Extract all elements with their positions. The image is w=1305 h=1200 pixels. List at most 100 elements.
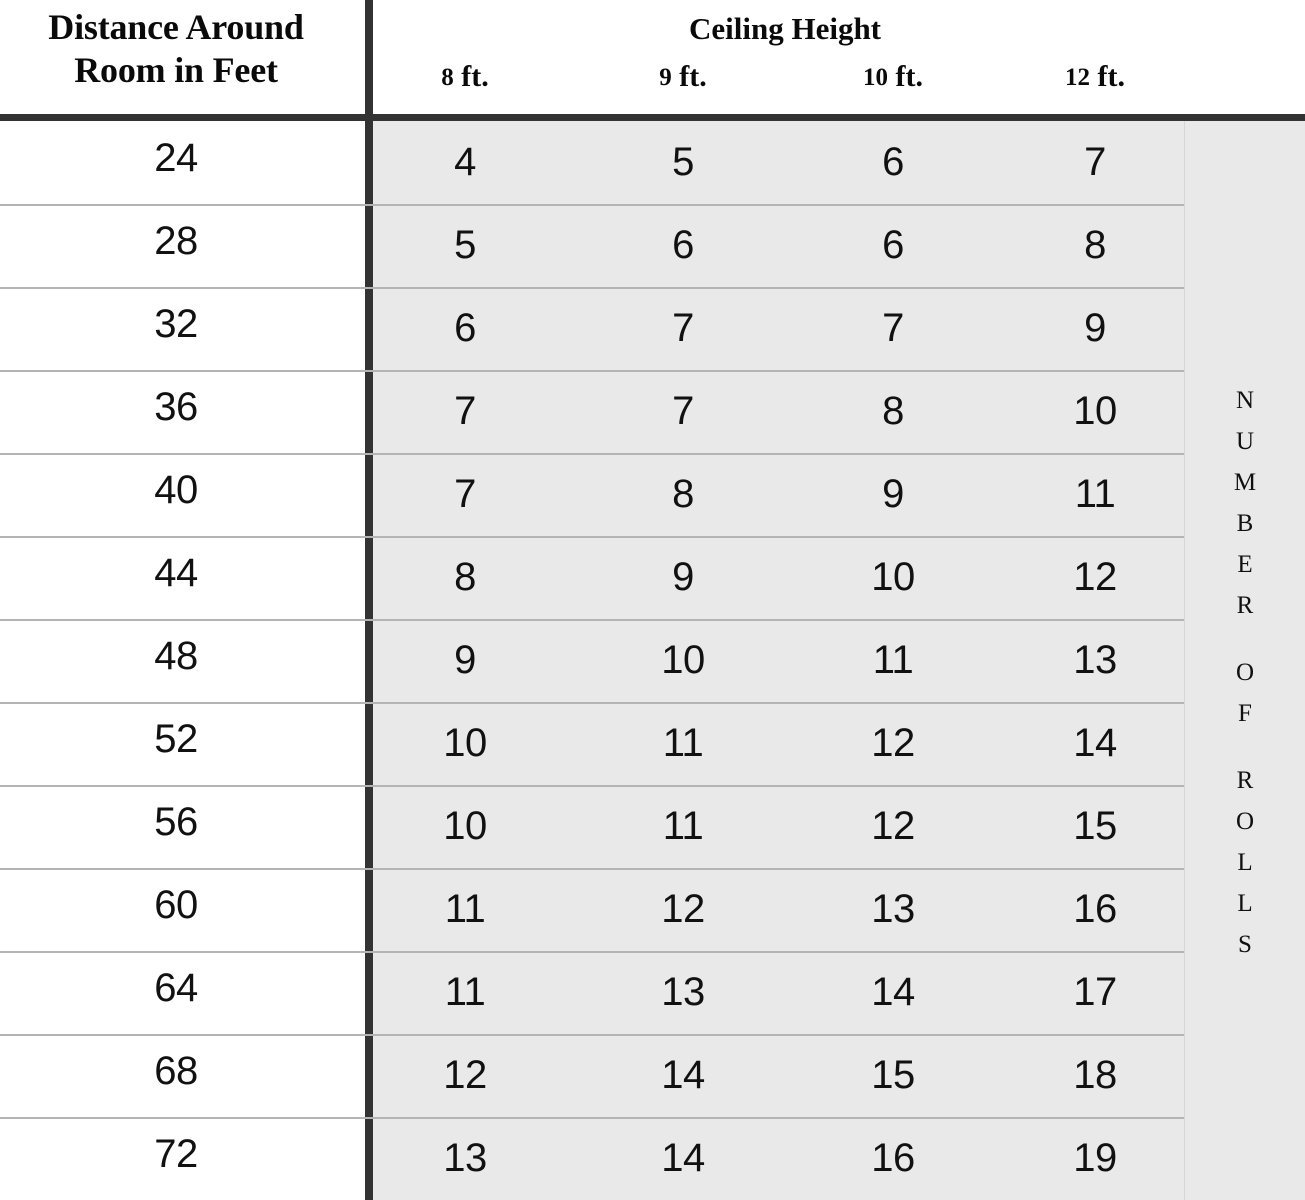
column-header-8ft-unit: ft.: [453, 60, 489, 93]
data-cell: 11: [872, 638, 914, 682]
data-cell: 18: [1073, 1053, 1117, 1097]
data-cell: 11: [444, 887, 486, 931]
data-cell: 16: [1073, 887, 1117, 931]
row-header-cell: 56: [154, 800, 198, 844]
side-label-char: R: [1236, 592, 1254, 619]
row-header-title-line2: Room in Feet: [74, 50, 278, 90]
table-row: 64 11 13 14 17: [0, 951, 1305, 1034]
side-label-char: F: [1238, 700, 1252, 727]
data-cell: 14: [871, 970, 915, 1014]
side-label-char: O: [1235, 659, 1255, 686]
data-cell: 6: [882, 140, 904, 184]
side-label-char: S: [1238, 931, 1252, 958]
data-cell: 10: [443, 804, 487, 848]
column-group-title: Ceiling Height: [688, 11, 882, 46]
row-header-cell: 60: [154, 883, 198, 927]
side-label-char: O: [1235, 808, 1255, 835]
data-cell: 12: [443, 1053, 487, 1097]
side-label-char: L: [1237, 890, 1253, 917]
side-label-char: L: [1237, 849, 1253, 876]
data-cell: 8: [882, 389, 904, 433]
data-cell: 9: [882, 472, 904, 516]
table-row: 56 10 11 12 15: [0, 785, 1305, 868]
wallpaper-rolls-table: Distance Around Room in Feet Ceiling Hei…: [0, 0, 1305, 1200]
side-label-char: N: [1235, 387, 1255, 414]
side-label-char: M: [1233, 469, 1257, 496]
data-cell: 6: [454, 306, 476, 350]
data-cell: 14: [1073, 721, 1117, 765]
table-row: 24 4 5 6 7: [0, 121, 1305, 204]
data-cell: 8: [672, 472, 694, 516]
row-header-cell: 52: [154, 717, 198, 761]
data-cell: 6: [672, 223, 694, 267]
side-label-char: R: [1236, 767, 1254, 794]
table-body: 24 4 5 6 7 28 5 6 6 8 32 6 7 7 9 36 7 7 8 10 40 7 8 9 11 44 8 9 10 12…: [0, 121, 1305, 1200]
data-cell: 5: [454, 223, 476, 267]
row-header-cell: 24: [154, 136, 198, 180]
data-cell: 8: [1084, 223, 1106, 267]
row-header-cell: 40: [154, 468, 198, 512]
column-header-12ft: 12 ft.: [1020, 60, 1170, 95]
data-cell: 10: [1073, 389, 1117, 433]
table-row: 44 8 9 10 12: [0, 536, 1305, 619]
row-header-cell: 36: [154, 385, 198, 429]
data-cell: 12: [871, 804, 915, 848]
side-label-char: E: [1237, 551, 1253, 578]
row-header-title: Distance Around Room in Feet: [0, 6, 352, 92]
side-label-word: OF: [1190, 652, 1300, 734]
data-cell: 17: [1073, 970, 1117, 1014]
row-header-cell: 48: [154, 634, 198, 678]
row-header-cell: 44: [154, 551, 198, 595]
row-header-cell: 64: [154, 966, 198, 1010]
row-header-cell: 72: [154, 1132, 198, 1176]
data-cell: 13: [661, 970, 705, 1014]
column-header-12ft-unit: ft.: [1090, 60, 1125, 93]
header-bottom-rule: [0, 114, 1305, 121]
data-cell: 9: [672, 555, 694, 599]
side-label-word-gap: [1190, 626, 1300, 652]
data-cell: 10: [443, 721, 487, 765]
data-cell: 11: [662, 721, 704, 765]
side-label-word-gap: [1190, 734, 1300, 760]
data-cell: 7: [454, 389, 476, 433]
table-row: 48 9 10 11 13: [0, 619, 1305, 702]
data-cell: 7: [672, 389, 694, 433]
data-cell: 10: [871, 555, 915, 599]
data-cell: 4: [454, 140, 476, 184]
row-header-cell: 68: [154, 1049, 198, 1093]
column-header-10ft-number: 10: [863, 64, 888, 91]
table-row: 52 10 11 12 14: [0, 702, 1305, 785]
column-header-10ft: 10 ft.: [818, 60, 968, 95]
data-cell: 8: [454, 555, 476, 599]
column-header-9ft: 9 ft.: [608, 60, 758, 95]
data-cell: 14: [661, 1136, 705, 1180]
data-cell: 13: [871, 887, 915, 931]
table-row: 36 7 7 8 10: [0, 370, 1305, 453]
table-header: Distance Around Room in Feet Ceiling Hei…: [0, 0, 1305, 114]
table-row: 28 5 6 6 8: [0, 204, 1305, 287]
data-cell: 12: [1073, 555, 1117, 599]
side-label-word: NUMBER: [1190, 380, 1300, 626]
data-cell: 16: [871, 1136, 915, 1180]
row-header-cell: 32: [154, 302, 198, 346]
column-header-9ft-unit: ft.: [671, 60, 707, 93]
table-row: 72 13 14 16 19: [0, 1117, 1305, 1200]
data-cell: 7: [882, 306, 904, 350]
data-cell: 9: [454, 638, 476, 682]
data-cell: 14: [661, 1053, 705, 1097]
row-header-cell: 28: [154, 219, 198, 263]
row-header-title-line1: Distance Around: [48, 7, 304, 47]
table-row: 40 7 8 9 11: [0, 453, 1305, 536]
data-cell: 10: [661, 638, 705, 682]
data-cell: 13: [1073, 638, 1117, 682]
table-row: 60 11 12 13 16: [0, 868, 1305, 951]
data-cell: 7: [454, 472, 476, 516]
data-cell: 13: [443, 1136, 487, 1180]
table-row: 32 6 7 7 9: [0, 287, 1305, 370]
data-cell: 6: [882, 223, 904, 267]
data-cell: 11: [1074, 472, 1116, 516]
side-label-number-of-rolls: NUMBEROFROLLS: [1190, 380, 1300, 965]
side-label-word: ROLLS: [1190, 760, 1300, 965]
column-header-10ft-unit: ft.: [888, 60, 923, 93]
data-cell: 11: [662, 804, 704, 848]
